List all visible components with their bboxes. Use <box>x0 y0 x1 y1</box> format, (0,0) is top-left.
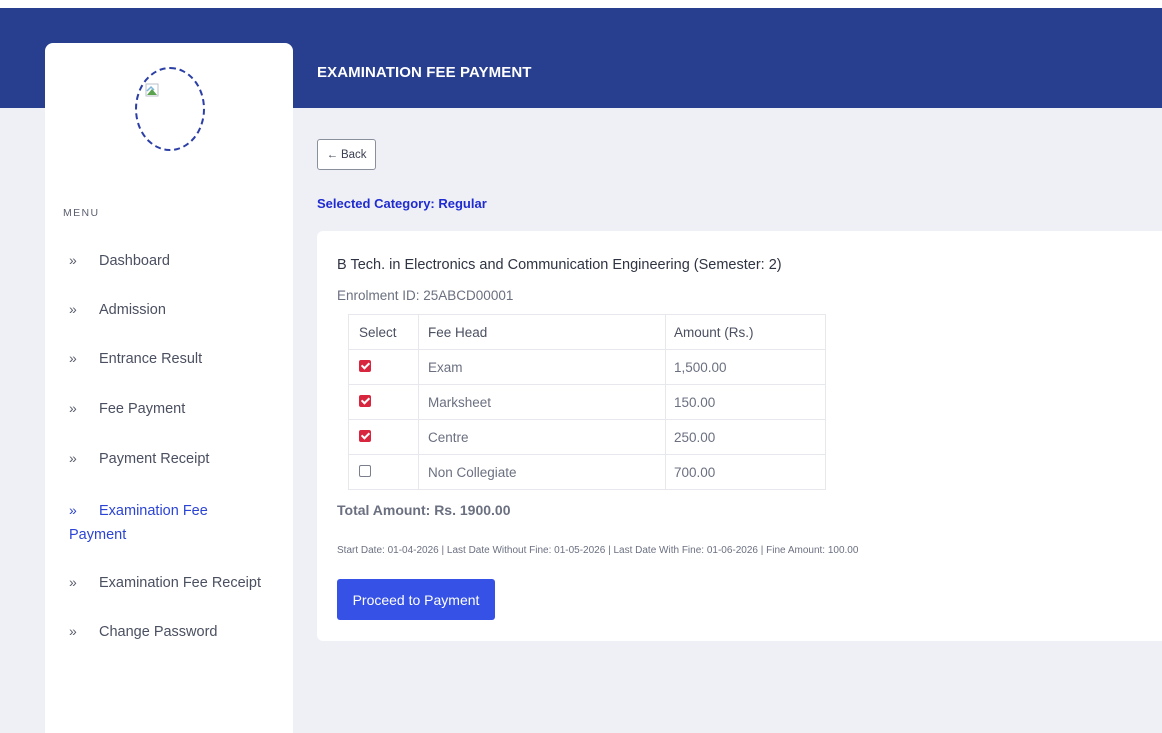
fee-head-cell: Centre <box>418 419 666 455</box>
chevron-right-icon: » <box>69 301 77 317</box>
proceed-to-payment-button[interactable]: Proceed to Payment <box>337 579 495 620</box>
back-label: Back <box>340 148 367 161</box>
sidebar-item-label: Dashboard <box>99 253 170 269</box>
column-header-fee-head: Fee Head <box>418 314 666 350</box>
sidebar-item-examination-fee-payment[interactable]: » Examination Fee Payment <box>69 498 239 547</box>
sidebar-item-fee-payment[interactable]: » Fee Payment <box>69 396 279 421</box>
chevron-right-icon: » <box>69 502 77 518</box>
fee-card: B Tech. in Electronics and Communication… <box>317 231 1162 641</box>
fee-table: Select Fee Head Amount (Rs.) Exam 1,500.0… <box>348 314 826 490</box>
fee-checkbox[interactable] <box>359 464 371 477</box>
sidebar-item-label: Admission <box>99 302 166 318</box>
column-header-select: Select <box>348 314 419 350</box>
sidebar-item-dashboard[interactable]: » Dashboard <box>69 248 279 273</box>
column-header-amount: Amount (Rs.) <box>665 314 826 350</box>
sidebar: MENU » Dashboard » Admission » Entrance Res… <box>45 43 293 733</box>
fee-checkbox[interactable] <box>359 359 371 372</box>
arrow-left-icon: ← <box>326 148 338 161</box>
broken-image-icon <box>145 83 159 97</box>
total-amount: Total Amount: Rs. 1900.00 <box>337 502 511 518</box>
logo <box>135 67 205 151</box>
chevron-right-icon: » <box>69 350 77 366</box>
date-info: Start Date: 01-04-2026 | Last Date Witho… <box>337 545 859 556</box>
table-row: Marksheet 150.00 <box>348 384 826 420</box>
table-row: Non Collegiate 700.00 <box>348 454 826 490</box>
selected-category: Selected Category: Regular <box>317 196 487 211</box>
fee-head-cell: Exam <box>418 349 666 385</box>
page-title: EXAMINATION FEE PAYMENT <box>317 64 532 81</box>
chevron-right-icon: » <box>69 400 77 416</box>
select-cell <box>348 349 419 385</box>
table-row: Centre 250.00 <box>348 419 826 455</box>
select-cell <box>348 419 419 455</box>
sidebar-item-label: Change Password <box>99 624 218 640</box>
course-title: B Tech. in Electronics and Communication… <box>337 257 782 273</box>
select-cell <box>348 384 419 420</box>
fee-head-cell: Marksheet <box>418 384 666 420</box>
fee-checkbox[interactable] <box>359 394 371 407</box>
chevron-right-icon: » <box>69 623 77 639</box>
sidebar-item-change-password[interactable]: » Change Password <box>69 619 279 644</box>
amount-cell: 700.00 <box>665 454 826 490</box>
sidebar-item-label: Payment Receipt <box>99 451 210 467</box>
select-cell <box>348 454 419 490</box>
sidebar-item-label: Entrance Result <box>99 351 203 367</box>
amount-cell: 1,500.00 <box>665 349 826 385</box>
enrolment-id: Enrolment ID: 25ABCD00001 <box>337 288 514 303</box>
back-button[interactable]: ← Back <box>317 139 376 170</box>
amount-cell: 150.00 <box>665 384 826 420</box>
amount-cell: 250.00 <box>665 419 826 455</box>
table-header-row: Select Fee Head Amount (Rs.) <box>348 314 826 350</box>
chevron-right-icon: » <box>69 574 77 590</box>
chevron-right-icon: » <box>69 450 77 466</box>
sidebar-item-entrance-result[interactable]: » Entrance Result <box>69 346 279 371</box>
table-row: Exam 1,500.00 <box>348 349 826 385</box>
sidebar-item-payment-receipt[interactable]: » Payment Receipt <box>69 446 279 471</box>
menu-title: MENU <box>63 207 100 219</box>
sidebar-item-admission[interactable]: » Admission <box>69 297 279 322</box>
fee-head-cell: Non Collegiate <box>418 454 666 490</box>
sidebar-item-label: Examination Fee Receipt <box>99 575 261 591</box>
top-strip <box>0 0 1162 8</box>
sidebar-item-label: Fee Payment <box>99 401 186 417</box>
sidebar-item-examination-fee-receipt[interactable]: » Examination Fee Receipt <box>69 570 279 595</box>
chevron-right-icon: » <box>69 252 77 268</box>
fee-checkbox[interactable] <box>359 429 371 442</box>
